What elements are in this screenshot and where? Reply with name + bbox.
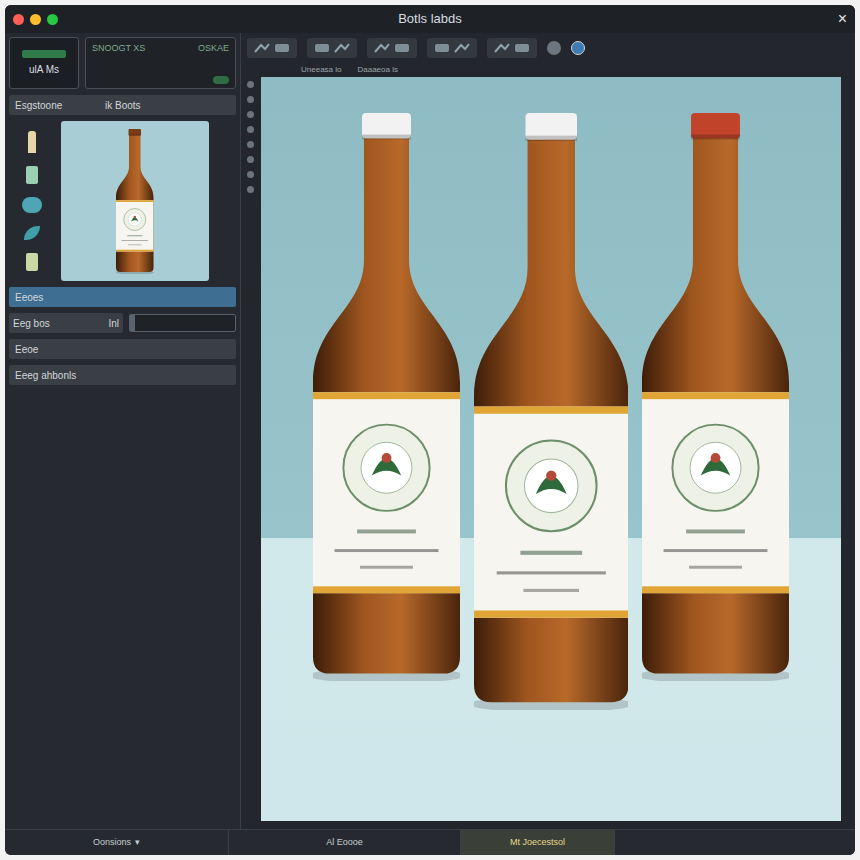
tool-icon[interactable] bbox=[333, 42, 351, 54]
tool-icon[interactable] bbox=[373, 42, 391, 54]
window-title: Botls labds bbox=[93, 9, 767, 29]
title-bar: Botls labds × bbox=[5, 5, 855, 33]
bottle-image bbox=[313, 113, 460, 681]
breadcrumb: Uneeasa lo Daaaeoa ls bbox=[241, 63, 855, 77]
can-asset-icon[interactable] bbox=[26, 253, 38, 271]
tool-icon[interactable] bbox=[247, 141, 254, 148]
caret-icon: ▾ bbox=[135, 836, 140, 850]
tool-icon[interactable] bbox=[247, 186, 254, 193]
tool-icon[interactable] bbox=[247, 96, 254, 103]
tool-icon[interactable] bbox=[393, 42, 411, 54]
status-bar: Oonsions▾Al EoooeMt Joecestsol bbox=[5, 829, 855, 855]
asset-list bbox=[9, 121, 55, 281]
toolbar-button[interactable] bbox=[487, 38, 537, 58]
logo-text: ulA Ms bbox=[29, 62, 59, 77]
field-label: SNOOGT XS bbox=[92, 42, 145, 56]
tool-icon[interactable] bbox=[513, 42, 531, 54]
status-tab[interactable]: Al Eoooe bbox=[229, 830, 461, 855]
toolbar-button[interactable] bbox=[367, 38, 417, 58]
tool-strip bbox=[241, 77, 259, 821]
tool-icon[interactable] bbox=[493, 42, 511, 54]
tool-icon[interactable] bbox=[247, 111, 254, 118]
slider-fill bbox=[130, 315, 135, 331]
bottle-image bbox=[474, 113, 629, 710]
toolbar-button[interactable] bbox=[247, 38, 297, 58]
sidebar-section[interactable]: Eeoe bbox=[9, 339, 236, 359]
close-dot[interactable] bbox=[13, 14, 24, 25]
bottle-image bbox=[116, 129, 154, 274]
field-value: OSKAE bbox=[198, 42, 229, 56]
tool-icon[interactable] bbox=[247, 171, 254, 178]
minimize-dot[interactable] bbox=[30, 14, 41, 25]
app-window: Botls labds × ulA Ms SNOOGT XS OSKAE Esgstoon… bbox=[5, 5, 855, 855]
breadcrumb-item[interactable]: Daaaeoa ls bbox=[357, 64, 397, 76]
field-input[interactable]: Inl bbox=[108, 316, 119, 331]
tool-icon[interactable] bbox=[247, 156, 254, 163]
tool-icon[interactable] bbox=[273, 42, 291, 54]
sidebar-section[interactable]: Eeeg ahbonls bbox=[9, 365, 236, 385]
jar-asset-icon[interactable] bbox=[26, 166, 38, 184]
sidebar: ulA Ms SNOOGT XS OSKAE Esgstooneik Boots Eeo… bbox=[5, 33, 241, 829]
header-field[interactable]: SNOOGT XS OSKAE bbox=[85, 37, 236, 89]
tool-icon[interactable] bbox=[313, 42, 331, 54]
toolbar-button[interactable] bbox=[307, 38, 357, 58]
logo-box[interactable]: ulA Ms bbox=[9, 37, 79, 89]
tool-icon[interactable] bbox=[253, 42, 271, 54]
screen: Botls labds × ulA Ms SNOOGT XS OSKAE Esgstoon… bbox=[0, 0, 860, 860]
sidebar-field-row: Eeg bos Inl bbox=[9, 313, 236, 333]
globe-icon[interactable] bbox=[571, 41, 585, 55]
bottle-asset-icon[interactable] bbox=[28, 131, 36, 153]
breadcrumb-item[interactable]: Uneeasa lo bbox=[301, 64, 341, 76]
tool-icon[interactable] bbox=[247, 126, 254, 133]
field-name: Eeg bos bbox=[13, 316, 50, 331]
tool-icon[interactable] bbox=[433, 42, 451, 54]
leaf-icon bbox=[213, 76, 229, 84]
palette-asset-icon[interactable] bbox=[22, 197, 42, 213]
sidebar-section[interactable]: Eeoes bbox=[9, 287, 236, 307]
close-button[interactable]: × bbox=[838, 11, 847, 27]
zoom-dot[interactable] bbox=[47, 14, 58, 25]
canvas bbox=[261, 77, 841, 821]
slider-track[interactable] bbox=[129, 314, 236, 332]
status-tab[interactable]: Oonsions▾ bbox=[5, 830, 229, 855]
leaf-asset-icon[interactable] bbox=[24, 226, 40, 240]
bottle-image bbox=[642, 113, 789, 681]
status-tab[interactable]: Mt Joecestsol bbox=[461, 830, 615, 855]
tool-icon[interactable] bbox=[453, 42, 471, 54]
toolbar bbox=[241, 33, 855, 63]
record-icon[interactable] bbox=[547, 41, 561, 55]
preview-thumbnail[interactable] bbox=[61, 121, 209, 281]
sidebar-row[interactable]: Esgstooneik Boots bbox=[9, 95, 236, 115]
tool-icon[interactable] bbox=[247, 81, 254, 88]
toolbar-button[interactable] bbox=[427, 38, 477, 58]
